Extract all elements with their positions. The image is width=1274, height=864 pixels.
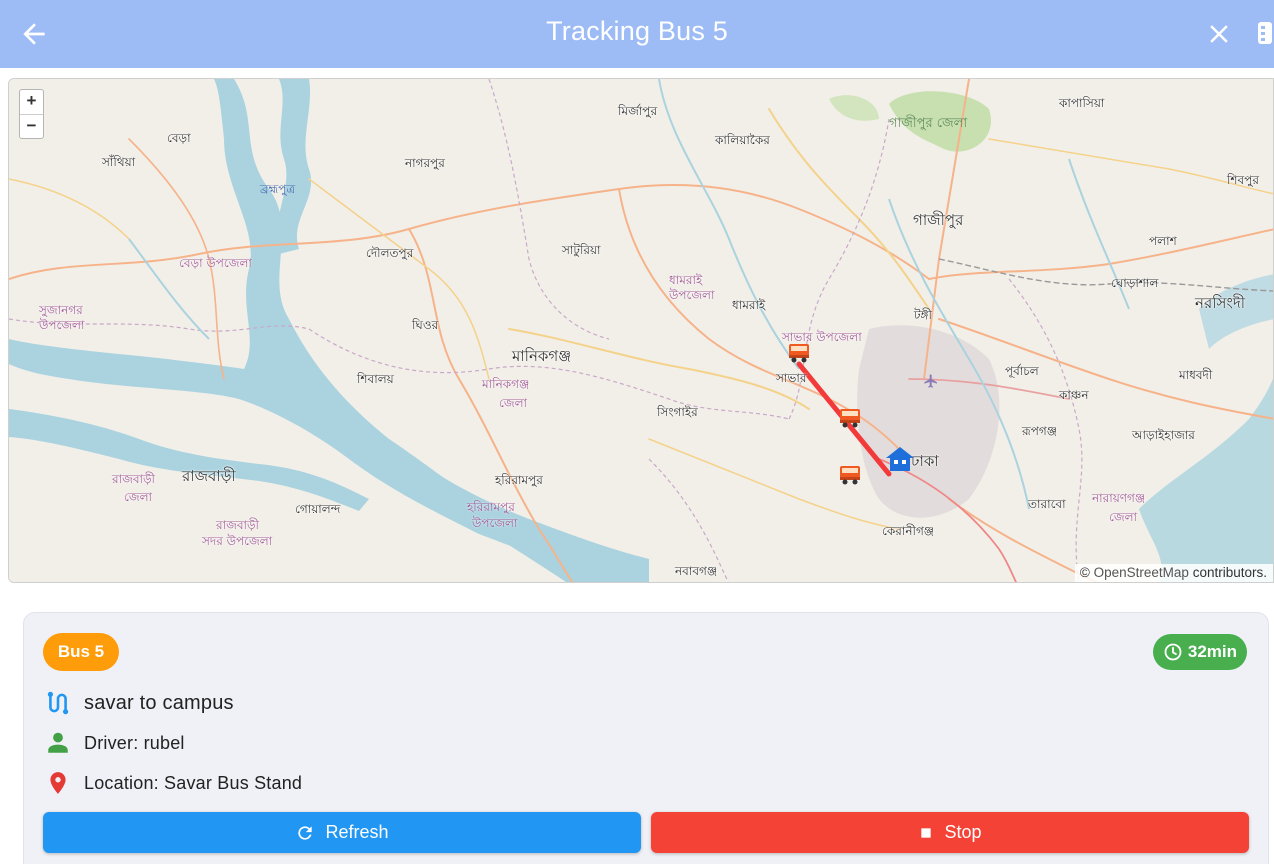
attribution-suffix: contributors. [1192,565,1267,580]
zoom-out-button[interactable]: − [20,114,43,138]
map-label: শিবালয় [357,372,394,386]
location-text: Location: Savar Bus Stand [84,772,303,793]
map-label: গাজীপুর [913,211,964,229]
map-label: ব্রহ্মপুত্র [260,182,296,196]
map-label: ঘিওর [412,318,439,332]
bus-marker-icon[interactable] [838,464,862,486]
stop-label: Stop [944,822,982,842]
attribution-prefix: © [1079,565,1090,580]
map-label: সাঁথিয়া [102,155,136,169]
refresh-icon [298,825,313,840]
route-text: savar to campus [84,691,234,714]
map-label: গাজীপুর জেলা [889,116,968,131]
map-label: জেলা [499,396,528,410]
osm-link[interactable]: OpenStreetMap [1094,565,1189,580]
map-label: কাপাসিয়া [1059,96,1105,110]
location-row: Location: Savar Bus Stand [44,769,302,797]
map-view[interactable]: মির্জাপুর কালিয়াকৈর গাজীপুর জেলা কাপাসি… [8,78,1274,583]
map-label: সুজানগর [39,303,83,317]
refresh-label: Refresh [325,822,389,842]
map-label: মাধবদী [1179,368,1213,382]
map-label: গোয়ালন্দ [295,502,341,516]
map-label: দৌলতপুর [366,246,414,260]
map-label: সাটুরিয়া [562,243,601,257]
airport-icon [924,374,937,388]
map-label: রূপগঞ্জ [1022,424,1058,438]
map-tiles [9,79,1273,582]
map-label: রাজবাড়ী [182,467,236,485]
map-label: ধামরাই [732,298,766,312]
map-label: হরিরামপুর [467,500,515,514]
map-label: উপজেলা [669,288,715,302]
map-label: তারাবো [1028,497,1066,511]
map-label: নরসিংদী [1195,294,1246,312]
map-label: নবাবগঞ্জ [675,564,718,578]
map-label: উপজেলা [472,516,518,530]
stop-icon [921,827,932,838]
map-label: ঢাকা [911,452,939,470]
bus-marker-icon[interactable] [838,407,862,429]
map-label: নারায়ণগঞ্জ [1092,491,1146,505]
route-icon [47,691,69,715]
app-bar: Tracking Bus 5 [0,0,1274,68]
map-attribution: © OpenStreetMap contributors. [1074,564,1273,582]
map-label: নাগরপুর [405,156,445,170]
map-label: সিংগাইর [657,405,698,419]
map-label: আড়াইহাজার [1132,428,1195,442]
map-label: কাঞ্চন [1059,388,1089,402]
clock-icon [1164,643,1182,661]
stop-button[interactable]: Stop [651,812,1249,853]
map-label: কালিয়াকৈর [715,133,770,147]
eta-text: 32min [1187,642,1237,661]
zoom-control: + − [19,89,44,139]
map-label: উপজেলা [39,318,85,332]
map-label: টঙ্গী [914,308,932,322]
more-icon[interactable] [1255,20,1274,46]
map-label: সাভার [776,371,807,385]
refresh-button[interactable]: Refresh [43,812,641,853]
map-label: কেরানীগঞ্জ [882,524,935,538]
map-label: মির্জাপুর [618,104,658,118]
map-label: জেলা [124,490,153,504]
map-label: সদর উপজেলা [202,534,273,548]
map-label: হরিরামপুর [495,473,543,487]
map-label: রাজবাড়ী [112,472,155,486]
driver-row: Driver: rubel [44,729,185,757]
map-label: রাজবাড়ী [216,518,259,532]
bus-info-card: Bus 5 32min savar to campus Driver: rube… [23,612,1269,864]
map-label: পূর্বাচল [1005,364,1039,378]
route-row: savar to campus [44,689,234,717]
map-label: ধামরাই [669,273,703,287]
map-label: মানিকগঞ্জ [482,377,530,391]
bus-badge: Bus 5 [43,633,119,671]
map-label: জেলা [1109,510,1138,524]
page-title: Tracking Bus 5 [546,16,728,46]
zoom-in-button[interactable]: + [20,90,43,114]
map-label: মানিকগঞ্জ [512,347,572,365]
map-label: বেড়া উপজেলা [179,256,252,270]
person-icon [48,732,68,753]
close-icon[interactable] [1204,19,1234,49]
eta-badge: 32min [1152,634,1247,670]
map-label: শিবপুর [1227,173,1259,187]
map-label: বেড়া [167,131,191,145]
campus-marker-icon[interactable] [885,446,915,472]
driver-text: Driver: rubel [84,732,185,753]
bus-marker-icon[interactable] [787,342,811,364]
map-label: ঘোড়াশাল [1111,276,1159,290]
location-pin-icon [50,772,66,794]
map-label: পলাশ [1149,234,1177,248]
